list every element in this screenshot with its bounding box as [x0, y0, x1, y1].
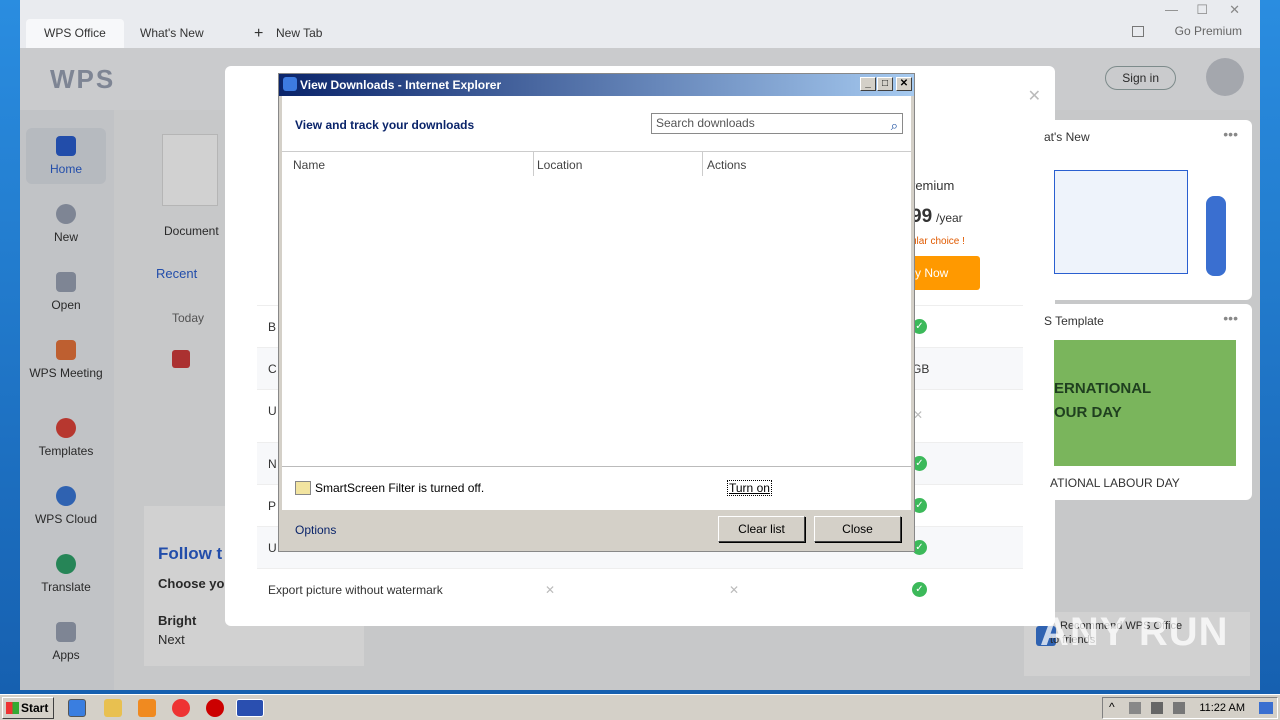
internet-explorer-icon[interactable]: [68, 699, 86, 717]
system-tray: ^ 11:22 AM: [1102, 697, 1278, 719]
whats-new-illustration: [1054, 170, 1188, 274]
search-downloads-input[interactable]: Search downloads ⌕: [651, 113, 903, 134]
feature-label: U: [268, 404, 277, 418]
view-downloads-dialog: View Downloads - Internet Explorer _ □ ✕…: [278, 73, 915, 552]
start-label: Start: [21, 701, 49, 715]
clear-list-button[interactable]: Clear list: [718, 516, 805, 542]
feature-label: B: [268, 320, 277, 334]
taskbar: Start ^ 11:22 AM: [0, 694, 1280, 720]
wps-office-icon[interactable]: [236, 699, 264, 717]
close-icon[interactable]: ✕: [896, 77, 912, 91]
feature-row: Export picture without watermark ✕ ✕ ✓: [257, 568, 1023, 610]
ie-icon: [283, 77, 297, 91]
maximize-icon[interactable]: ☐: [1196, 2, 1208, 18]
wps-tab-bar: WPS Office What's New + New Tab — ☐ ✕ Go…: [20, 0, 1260, 48]
search-placeholder: Search downloads: [656, 116, 755, 130]
go-premium-link[interactable]: Go Premium: [1175, 24, 1242, 38]
column-header-location[interactable]: Location: [537, 158, 582, 172]
turn-on-link[interactable]: Turn on: [727, 480, 772, 496]
chrome-icon[interactable]: [172, 699, 190, 717]
close-icon[interactable]: ✕: [1229, 2, 1240, 18]
start-button[interactable]: Start: [2, 697, 54, 719]
template-card: S Template ••• ERNATIONAL OUR DAY ATIONA…: [1030, 304, 1252, 500]
column-header-actions[interactable]: Actions: [707, 158, 746, 172]
downloads-heading: View and track your downloads: [295, 118, 475, 132]
downloads-list-area: View and track your downloads Search dow…: [282, 96, 911, 466]
cross-icon: ✕: [545, 583, 556, 597]
maximize-icon[interactable]: □: [877, 77, 893, 91]
check-icon: ✓: [912, 582, 927, 597]
column-header-name[interactable]: Name: [293, 158, 325, 172]
new-tab-label: New Tab: [276, 26, 323, 40]
media-player-icon[interactable]: [138, 699, 156, 717]
buy-now-button[interactable]: y Now: [905, 256, 980, 290]
popular-text: ular choice !: [911, 236, 965, 247]
folder-icon[interactable]: [104, 699, 122, 717]
header-divider: [282, 151, 911, 152]
speaker-icon[interactable]: [1151, 702, 1163, 714]
close-button[interactable]: Close: [814, 516, 901, 542]
person-illustration: [1206, 196, 1226, 276]
chevron-up-icon[interactable]: ^: [1109, 700, 1115, 714]
clock[interactable]: 11:22 AM: [1199, 702, 1245, 714]
whats-new-card: at's New •••: [1030, 120, 1252, 300]
modal-close-icon[interactable]: ✕: [1028, 86, 1041, 106]
smartscreen-bar: SmartScreen Filter is turned off. Turn o…: [282, 466, 911, 510]
premium-label: remium: [911, 178, 955, 193]
tab-whats-new[interactable]: What's New: [122, 19, 222, 48]
dialog-titlebar[interactable]: View Downloads - Internet Explorer _ □ ✕: [279, 74, 914, 96]
minimize-icon[interactable]: _: [860, 77, 876, 91]
feature-label: P: [268, 499, 277, 513]
dialog-title: View Downloads - Internet Explorer: [300, 78, 502, 92]
template-title: S Template: [1044, 314, 1104, 328]
search-icon[interactable]: ⌕: [891, 116, 898, 135]
shield-warning-icon: [295, 481, 311, 495]
feature-label: U: [268, 541, 277, 555]
feature-label: C: [268, 362, 277, 376]
tab-new-tab[interactable]: + New Tab: [242, 19, 340, 48]
smartscreen-text: SmartScreen Filter is turned off.: [315, 481, 485, 495]
anyrun-watermark: ANY RUN: [1040, 610, 1229, 654]
template-name: ATIONAL LABOUR DAY: [1050, 476, 1180, 490]
options-link[interactable]: Options: [295, 523, 336, 537]
column-divider[interactable]: [533, 152, 534, 176]
opera-icon[interactable]: [206, 699, 224, 717]
banner-text: OUR DAY: [1054, 404, 1122, 421]
feature-label: N: [268, 457, 277, 471]
whats-new-title: at's New: [1044, 130, 1090, 144]
device-icon[interactable]: [1132, 26, 1144, 37]
flag-icon[interactable]: [1173, 702, 1185, 714]
minimize-icon[interactable]: —: [1165, 2, 1178, 17]
windows-logo-icon: [6, 702, 19, 714]
tab-wps-office[interactable]: WPS Office: [26, 19, 124, 48]
column-divider[interactable]: [702, 152, 703, 176]
show-desktop-icon[interactable]: [1259, 702, 1273, 714]
price-period: /year: [936, 211, 963, 225]
feature-label: Export picture without watermark: [268, 583, 443, 597]
plus-icon: +: [254, 25, 264, 42]
more-icon[interactable]: •••: [1223, 310, 1238, 326]
labour-day-banner[interactable]: ERNATIONAL OUR DAY: [1054, 340, 1236, 466]
action-center-icon[interactable]: [1129, 702, 1141, 714]
more-icon[interactable]: •••: [1223, 126, 1238, 142]
cross-icon: ✕: [729, 583, 740, 597]
banner-text: ERNATIONAL: [1054, 380, 1152, 397]
dialog-footer: Options Clear list Close: [282, 510, 911, 548]
